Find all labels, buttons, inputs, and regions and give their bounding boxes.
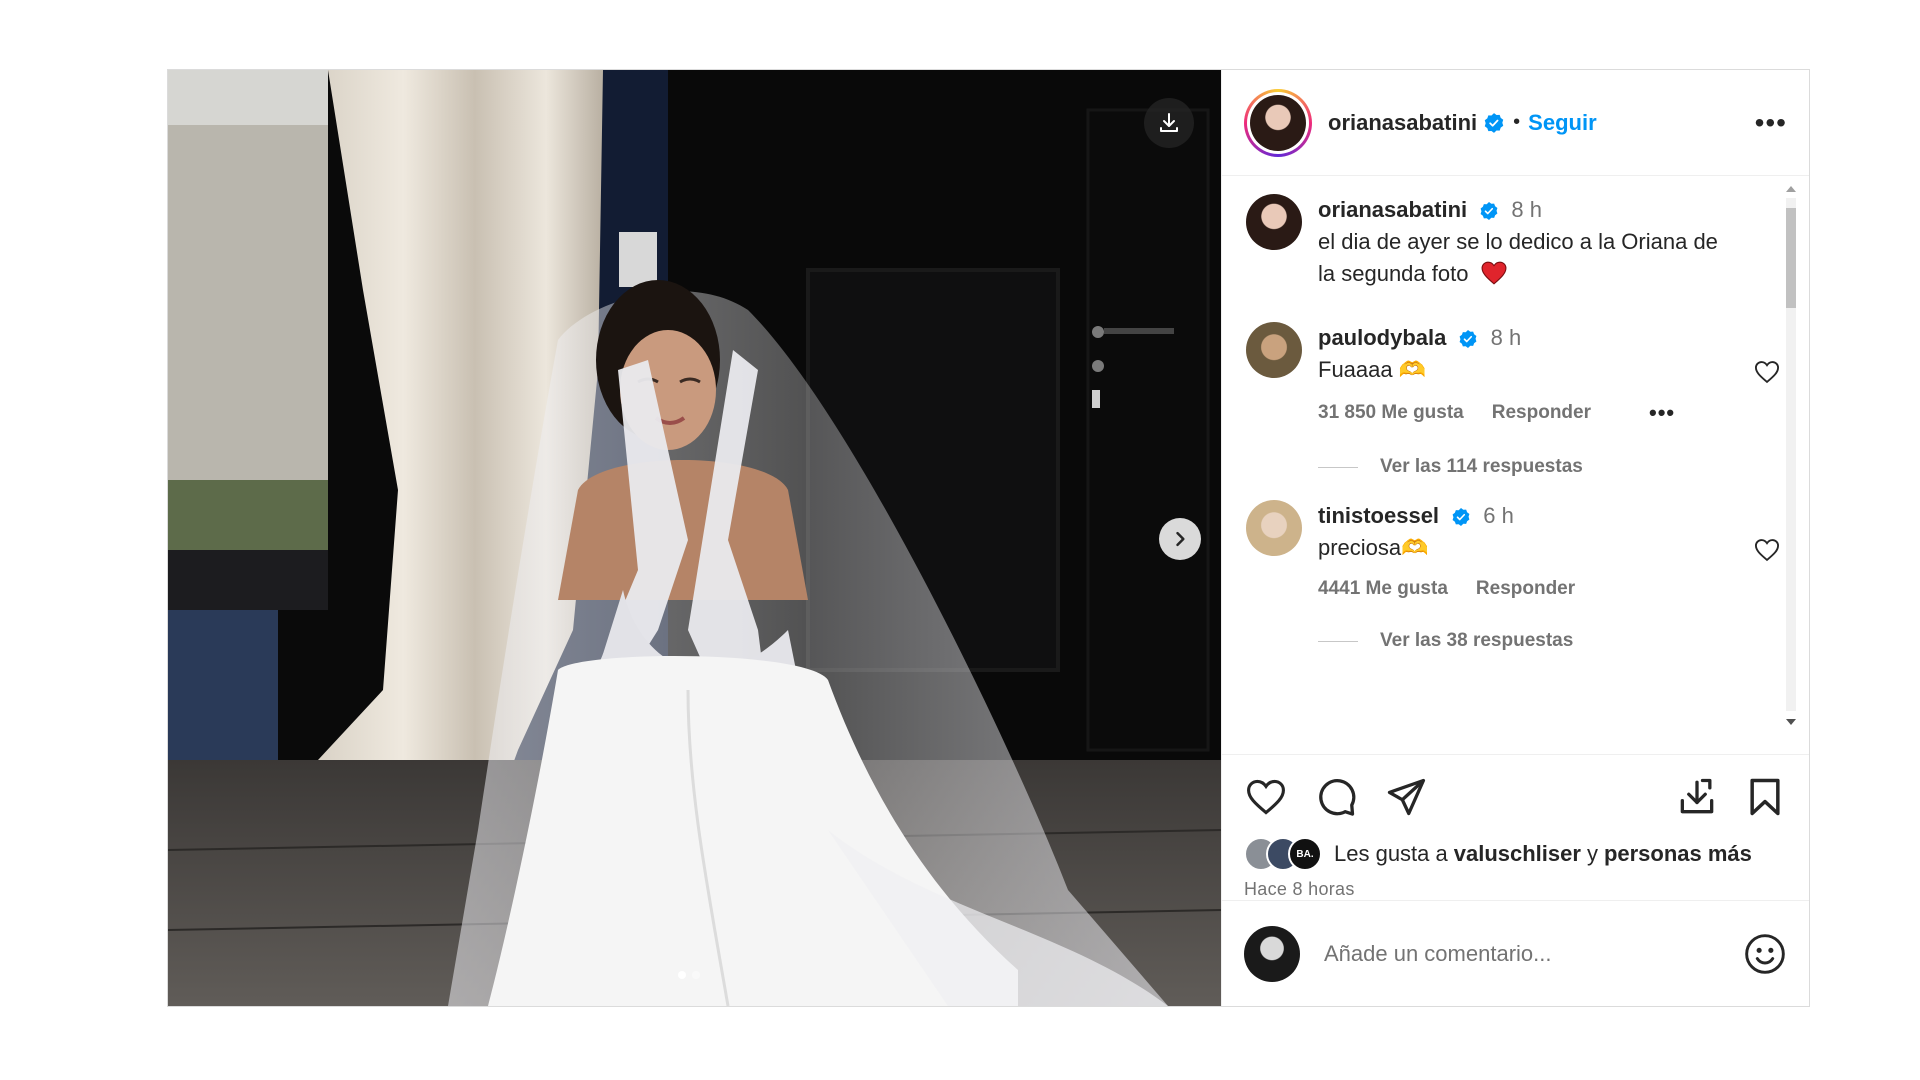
caption: orianasabatini 8 h el dia de ayer se lo … [1246, 194, 1785, 290]
header-separator: • [1513, 111, 1521, 133]
comments-section[interactable]: orianasabatini 8 h el dia de ayer se lo … [1222, 176, 1809, 755]
commenter-avatar[interactable] [1246, 500, 1302, 556]
comment-time[interactable]: 8 h [1491, 325, 1522, 350]
author-story-ring[interactable] [1244, 88, 1312, 157]
heart-icon[interactable] [1244, 775, 1288, 819]
comment-item: paulodybala 8 h Fuaaaa 🫶 31 850 Me gusta… [1246, 322, 1785, 426]
post-media[interactable] [168, 70, 1221, 1006]
author-avatar[interactable] [1250, 94, 1306, 151]
chevron-right-icon [1176, 531, 1185, 547]
follow-button[interactable]: Seguir [1528, 110, 1596, 136]
replies-divider [1318, 640, 1358, 642]
comment-likes[interactable]: 31 850 Me gusta [1318, 402, 1464, 424]
replies-divider [1318, 466, 1358, 468]
author-username[interactable]: orianasabatini [1328, 110, 1477, 136]
comment-composer [1222, 900, 1809, 1006]
current-user-avatar[interactable] [1244, 925, 1300, 982]
view-replies-label[interactable]: Ver las 38 respuestas [1380, 630, 1573, 652]
commenter-username[interactable]: tinistoessel [1318, 503, 1439, 528]
comments-scrollbar[interactable] [1781, 182, 1799, 727]
liker-avatar: BA. [1288, 837, 1322, 871]
commenter-username[interactable]: paulodybala [1318, 325, 1446, 350]
liker-avatars[interactable]: BA. [1244, 837, 1334, 871]
view-replies-label[interactable]: Ver las 114 respuestas [1380, 456, 1583, 478]
likes-summary: BA. Les gusta a valuschliser y personas … [1244, 837, 1787, 871]
post-actions: BA. Les gusta a valuschliser y personas … [1222, 755, 1809, 900]
liker-avatar-label: BA. [1296, 848, 1314, 860]
verified-badge-icon [1460, 330, 1477, 349]
verified-badge-icon [1452, 508, 1470, 527]
red-heart-icon [1481, 261, 1507, 285]
share-icon[interactable] [1384, 775, 1428, 819]
view-replies-button[interactable]: Ver las 114 respuestas [1318, 456, 1785, 478]
comment-input[interactable] [1324, 940, 1743, 967]
liker-username[interactable]: valuschliser [1454, 841, 1581, 867]
post-dialog: orianasabatini • Seguir ••• orianasabati… [167, 69, 1810, 1007]
caption-avatar[interactable] [1246, 194, 1302, 250]
emoji-icon[interactable] [1743, 932, 1787, 976]
slide-indicator [678, 971, 700, 979]
commenter-avatar[interactable] [1246, 322, 1302, 378]
scroll-up-arrow[interactable] [1786, 186, 1796, 192]
post-timestamp[interactable]: Hace 8 horas [1244, 879, 1787, 900]
post-header: orianasabatini • Seguir ••• [1222, 70, 1809, 176]
comment-text: Fuaaaa 🫶 [1318, 357, 1427, 382]
caption-time[interactable]: 8 h [1511, 197, 1542, 222]
comment-text: preciosa🫶 [1318, 535, 1429, 560]
reply-button[interactable]: Responder [1492, 402, 1591, 424]
download-icon [1160, 113, 1178, 132]
post-photo [168, 70, 1221, 1006]
comment-likes[interactable]: 4441 Me gusta [1318, 578, 1448, 600]
verified-badge-icon [1484, 112, 1504, 133]
more-icon[interactable]: ••• [1755, 108, 1787, 137]
comment-item: tinistoessel 6 h preciosa🫶 4441 Me gusta… [1246, 500, 1785, 600]
scroll-thumb[interactable] [1786, 208, 1796, 308]
verified-badge-icon [1480, 202, 1498, 221]
slide-dot [692, 971, 700, 979]
slide-dot-active [678, 971, 686, 979]
comment-more-icon[interactable]: ••• [1649, 400, 1675, 426]
comment-icon[interactable] [1314, 775, 1358, 819]
likes-conj: y [1586, 841, 1598, 866]
likes-prefix: Les gusta a [1334, 841, 1448, 866]
reply-button[interactable]: Responder [1476, 578, 1575, 600]
caption-username[interactable]: orianasabatini [1318, 197, 1467, 222]
save-download-icon[interactable] [1675, 775, 1719, 819]
scroll-down-arrow[interactable] [1786, 719, 1796, 725]
likes-others-link[interactable]: personas más [1604, 841, 1752, 867]
view-replies-button[interactable]: Ver las 38 respuestas [1318, 630, 1785, 652]
comment-time[interactable]: 6 h [1483, 503, 1514, 528]
heart-icon[interactable] [1753, 536, 1781, 564]
next-slide-button[interactable] [1159, 518, 1201, 560]
download-button[interactable] [1144, 98, 1194, 148]
heart-icon[interactable] [1753, 358, 1781, 386]
caption-text: el dia de ayer se lo dedico a la Oriana … [1318, 229, 1718, 286]
bookmark-icon[interactable] [1743, 775, 1787, 819]
post-side-panel: orianasabatini • Seguir ••• orianasabati… [1221, 70, 1809, 1006]
